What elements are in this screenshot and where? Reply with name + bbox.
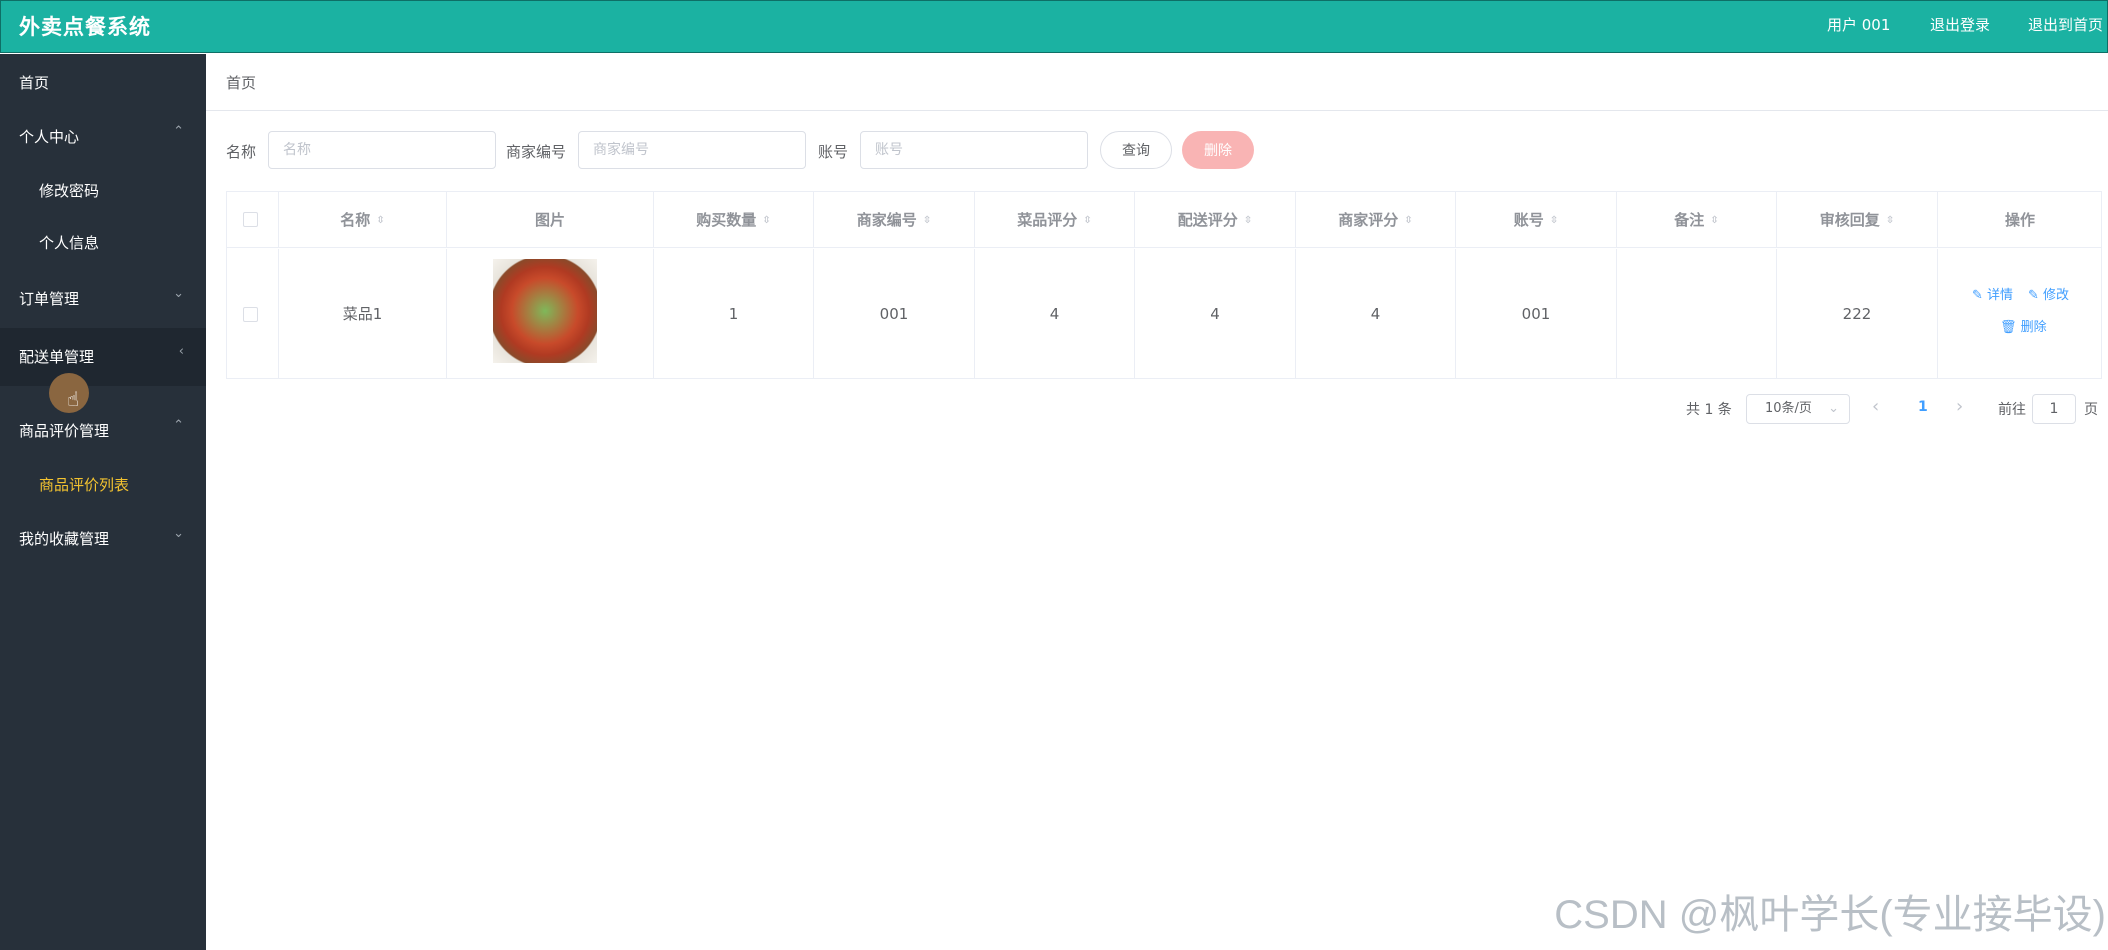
header-reply[interactable]: 审核回复 ⇳ (1777, 192, 1938, 248)
sidebar-item-favorites[interactable]: 我的收藏管理 ⌄ (0, 510, 206, 568)
goto-label: 前往 (1998, 402, 2026, 418)
cell-account: 001 (1456, 249, 1617, 379)
header-image: 图片 (447, 192, 654, 248)
sort-icon[interactable]: ⇳ (762, 215, 770, 226)
main-content: 首页 名称 商家编号 账号 查询 删除 名称⇳ 图片 购买数量⇳ 商家编号⇳ 菜… (206, 54, 2108, 950)
account-label: 账号 (818, 143, 849, 161)
delete-button[interactable]: 删除 (1182, 131, 1254, 169)
header-remark[interactable]: 备注 ⇳ (1617, 192, 1777, 248)
cell-remark (1617, 249, 1777, 379)
logout-link[interactable]: 退出登录 (1930, 14, 1990, 35)
query-button[interactable]: 查询 (1100, 131, 1172, 169)
table-header: 名称 ⇳ 图片 购买数量 ⇳ 商家编号 ⇳ 菜品评分 ⇳ 配送评分 ⇳ 商家评分 ⇳ 账号 ⇳… (227, 192, 2101, 248)
header-merchant-score[interactable]: 商家评分 ⇳ (1296, 192, 1456, 248)
cell-delivery-score: 4 (1135, 249, 1296, 379)
cell-reply: 222 (1777, 249, 1938, 379)
account-input[interactable] (860, 131, 1088, 169)
pagination-total: 共 1 条 (1686, 402, 1732, 418)
user-label: 用户 001 (1827, 16, 1891, 34)
chevron-down-icon: ⌄ (173, 526, 184, 541)
sort-icon[interactable]: ⇳ (923, 215, 931, 226)
current-page[interactable]: 1 (1918, 399, 1928, 415)
sidebar-item-label: 首页 (19, 74, 50, 92)
sidebar-item-label: 商品评价列表 (39, 476, 130, 494)
sort-icon[interactable]: ⇳ (376, 215, 384, 226)
name-label: 名称 (226, 143, 257, 161)
sidebar-item-personal-center[interactable]: 个人中心 ⌃ (0, 108, 206, 166)
chevron-up-icon: ⌃ (173, 124, 184, 139)
header-account[interactable]: 账号 ⇳ (1456, 192, 1617, 248)
header-actions: 操作 (2004, 211, 2035, 229)
sort-icon[interactable]: ⇳ (1083, 215, 1091, 226)
row-checkbox[interactable] (243, 307, 258, 322)
sidebar-item-label: 修改密码 (39, 182, 100, 200)
cell-merchant-no: 001 (814, 249, 975, 379)
cell-actions: ✎ 详情 ✎ 修改 🗑 删除 (1938, 249, 2102, 379)
chevron-left-icon: ‹ (178, 344, 184, 359)
cell-quantity: 1 (654, 249, 814, 379)
exit-home-link[interactable]: 退出到首页 (2028, 14, 2103, 35)
sidebar-item-review-list[interactable]: 商品评价列表 (0, 456, 206, 514)
top-bar: 外卖点餐系统 用户 001 退出登录 退出到首页 (0, 0, 2108, 53)
sidebar-item-home[interactable]: 首页 (0, 54, 206, 112)
edit-icon: ✎ (2028, 288, 2039, 303)
edit-icon: ✎ (1972, 288, 1983, 303)
chevron-down-icon: ⌄ (173, 286, 184, 301)
sidebar-item-label: 配送单管理 (19, 348, 95, 366)
sort-icon[interactable]: ⇳ (1404, 215, 1412, 226)
cell-merchant-score: 4 (1296, 249, 1456, 379)
merchant-no-input[interactable] (578, 131, 806, 169)
header-delivery-score[interactable]: 配送评分 ⇳ (1135, 192, 1296, 248)
sidebar-item-label: 订单管理 (19, 290, 80, 308)
sidebar-item-change-password[interactable]: 修改密码 (0, 162, 206, 220)
page-size-select[interactable]: 10条/页 ⌄ (1746, 394, 1850, 424)
header-merchant-no[interactable]: 商家编号 ⇳ (814, 192, 975, 248)
app-title: 外卖点餐系统 (19, 15, 151, 39)
mouse-cursor-icon: ☝ (49, 373, 89, 413)
row-checkbox-cell (227, 249, 279, 379)
cell-image (447, 249, 654, 379)
page-suffix: 页 (2084, 402, 2098, 418)
chevron-up-icon: ⌃ (173, 418, 184, 433)
header-checkbox-cell (227, 192, 279, 248)
sidebar-item-reviews[interactable]: 商品评价管理 ⌃ (0, 402, 206, 460)
sidebar-item-label: 商品评价管理 (19, 422, 110, 440)
select-all-checkbox[interactable] (243, 212, 258, 227)
watermark: CSDN @枫叶学长(专业接毕设) (1554, 893, 2106, 937)
breadcrumb[interactable]: 首页 (226, 72, 256, 93)
header-quantity[interactable]: 购买数量 ⇳ (654, 192, 814, 248)
dish-image (493, 259, 597, 363)
sidebar-item-label: 我的收藏管理 (19, 530, 110, 548)
merchant-no-label: 商家编号 (506, 143, 567, 161)
row-delete-link[interactable]: 🗑 删除 (2000, 321, 2047, 334)
cell-name: 菜品1 (279, 249, 447, 379)
next-page-button[interactable]: › (1956, 396, 1963, 417)
edit-link[interactable]: ✎ 修改 (2028, 289, 2069, 302)
sidebar: 首页 个人中心 ⌃ 修改密码 个人信息 订单管理 ⌄ 配送单管理 ‹ 商品评价管… (0, 54, 206, 950)
detail-link[interactable]: ✎ 详情 (1972, 289, 2013, 302)
header-name[interactable]: 名称 ⇳ (279, 192, 447, 248)
header-dish-score[interactable]: 菜品评分 ⇳ (975, 192, 1135, 248)
sidebar-item-delivery[interactable]: 配送单管理 ‹ (0, 328, 206, 386)
sort-icon[interactable]: ⇳ (1710, 215, 1718, 226)
divider (206, 110, 2108, 111)
cell-dish-score: 4 (975, 249, 1135, 379)
sort-icon[interactable]: ⇳ (1886, 215, 1894, 226)
sort-icon[interactable]: ⇳ (1550, 215, 1558, 226)
sidebar-item-label: 个人信息 (39, 234, 100, 252)
prev-page-button[interactable]: ‹ (1872, 396, 1879, 417)
sidebar-item-personal-info[interactable]: 个人信息 (0, 214, 206, 272)
sort-icon[interactable]: ⇳ (1244, 215, 1252, 226)
trash-icon: 🗑 (2000, 320, 2017, 335)
sidebar-item-label: 个人中心 (19, 128, 80, 146)
name-input[interactable] (268, 131, 496, 169)
review-table: 名称 ⇳ 图片 购买数量 ⇳ 商家编号 ⇳ 菜品评分 ⇳ 配送评分 ⇳ 商家评分 ⇳ 账号 ⇳… (226, 191, 2102, 379)
sidebar-item-orders[interactable]: 订单管理 ⌄ (0, 270, 206, 328)
goto-page-input[interactable]: 1 (2032, 394, 2076, 424)
chevron-down-icon: ⌄ (1828, 401, 1839, 416)
